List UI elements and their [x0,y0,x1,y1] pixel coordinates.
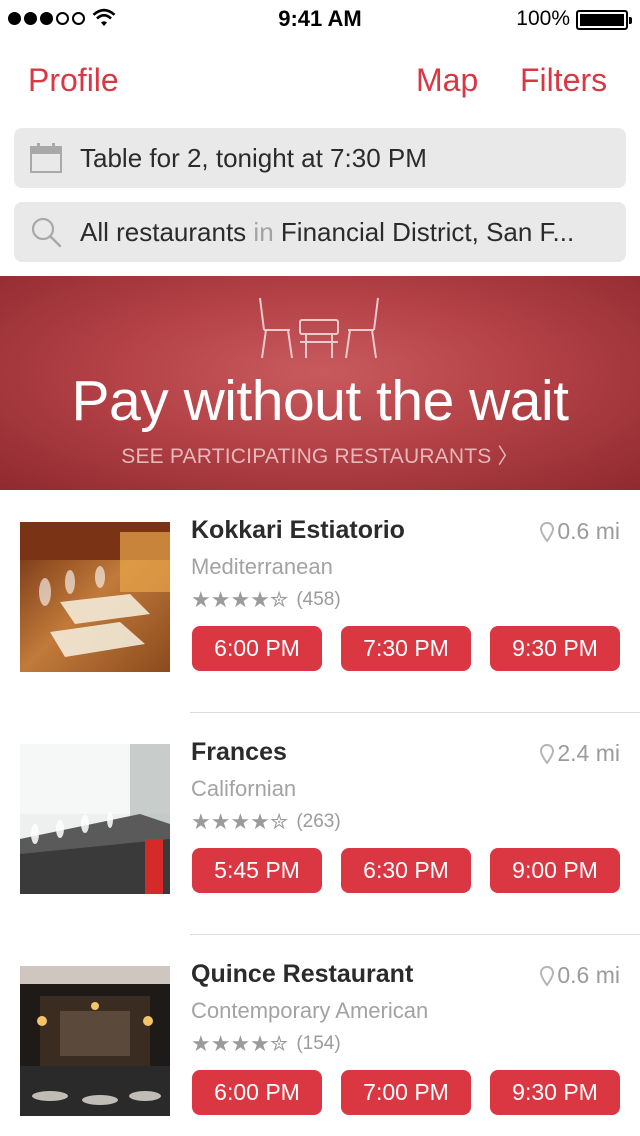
review-count: (458) [296,589,341,610]
distance-value: 2.4 mi [557,740,620,766]
restaurant-rating: ★★★★✮ (263) [191,809,341,835]
time-slots: 6:00 PM 7:30 PM 9:30 PM [192,626,620,671]
location-pin-icon [540,521,555,542]
screen: 9:41 AM 100% Profile Map Filters Table f… [0,0,640,1136]
time-slot-button[interactable]: 5:45 PM [192,848,322,893]
search-text: All restaurants in Financial District, S… [80,217,574,248]
status-bar: 9:41 AM 100% [0,0,640,40]
search-location: Financial District, San F... [280,216,575,247]
location-pin-icon [540,743,555,764]
star-rating-icon: ★★★★✮ [191,587,289,612]
restaurant-name: Quince Restaurant [191,960,414,988]
restaurant-cuisine: Mediterranean [191,554,333,579]
promo-title: Pay without the wait [71,369,569,433]
time-slot-button[interactable]: 6:00 PM [192,1070,322,1115]
restaurant-cuisine: Californian [191,776,297,801]
battery-icon [576,10,632,30]
map-button[interactable]: Map [416,62,478,99]
calendar-icon [30,143,80,173]
restaurant-photo [20,744,170,894]
time-slots: 5:45 PM 6:30 PM 9:00 PM [192,848,620,893]
restaurant-photo [20,966,170,1116]
restaurant-distance: 0.6 mi [540,518,620,545]
battery-percentage: 100% [516,7,570,30]
participating-restaurants-link[interactable]: SEE PARTICIPATING RESTAURANTS 〉 [0,440,640,470]
time-slot-button[interactable]: 6:30 PM [341,848,471,893]
search-scope: All restaurants [80,216,247,247]
restaurant-item[interactable]: Frances 2.4 mi Californian ★★★★✮ (263) 5… [0,712,640,934]
time-slot-button[interactable]: 9:30 PM [490,626,620,671]
search-icon [30,216,80,248]
time-slot-button[interactable]: 7:00 PM [341,1070,471,1115]
restaurant-distance: 0.6 mi [540,962,620,989]
profile-button[interactable]: Profile [28,62,119,99]
star-rating-icon: ★★★★✮ [191,1031,289,1056]
restaurant-photo [20,522,170,672]
filters-button[interactable]: Filters [520,62,607,99]
time-slot-button[interactable]: 9:30 PM [490,1070,620,1115]
reservation-selector[interactable]: Table for 2, tonight at 7:30 PM [14,128,626,188]
restaurant-name: Kokkari Estiatorio [191,516,405,544]
pay-promo-banner[interactable]: Pay without the wait SEE PARTICIPATING R… [0,276,640,490]
star-rating-icon: ★★★★✮ [191,809,289,834]
distance-value: 0.6 mi [557,962,620,988]
search-input[interactable]: All restaurants in Financial District, S… [14,202,626,262]
time-slot-button[interactable]: 6:00 PM [192,626,322,671]
restaurant-rating: ★★★★✮ (458) [191,587,341,613]
restaurant-item[interactable]: Kokkari Estiatorio 0.6 mi Mediterranean … [0,490,640,712]
restaurant-list: Kokkari Estiatorio 0.6 mi Mediterranean … [0,490,640,1136]
restaurant-name: Frances [191,738,287,766]
restaurant-rating: ★★★★✮ (154) [191,1031,341,1057]
promo-link-label: SEE PARTICIPATING RESTAURANTS [121,445,492,468]
restaurant-item[interactable]: Quince Restaurant 0.6 mi Contemporary Am… [0,934,640,1136]
navigation-bar: Profile Map Filters [0,62,640,106]
restaurant-cuisine: Contemporary American [191,998,429,1023]
search-joiner: in [253,216,274,247]
review-count: (154) [296,1033,341,1054]
dining-table-chairs-icon [259,297,379,359]
distance-value: 0.6 mi [557,518,620,544]
time-slot-button[interactable]: 9:00 PM [490,848,620,893]
chevron-right-icon: 〉 [497,445,519,468]
time-slot-button[interactable]: 7:30 PM [341,626,471,671]
time-slots: 6:00 PM 7:00 PM 9:30 PM [192,1070,620,1115]
location-pin-icon [540,965,555,986]
reservation-text: Table for 2, tonight at 7:30 PM [80,142,427,173]
restaurant-distance: 2.4 mi [540,740,620,767]
review-count: (263) [296,811,341,832]
